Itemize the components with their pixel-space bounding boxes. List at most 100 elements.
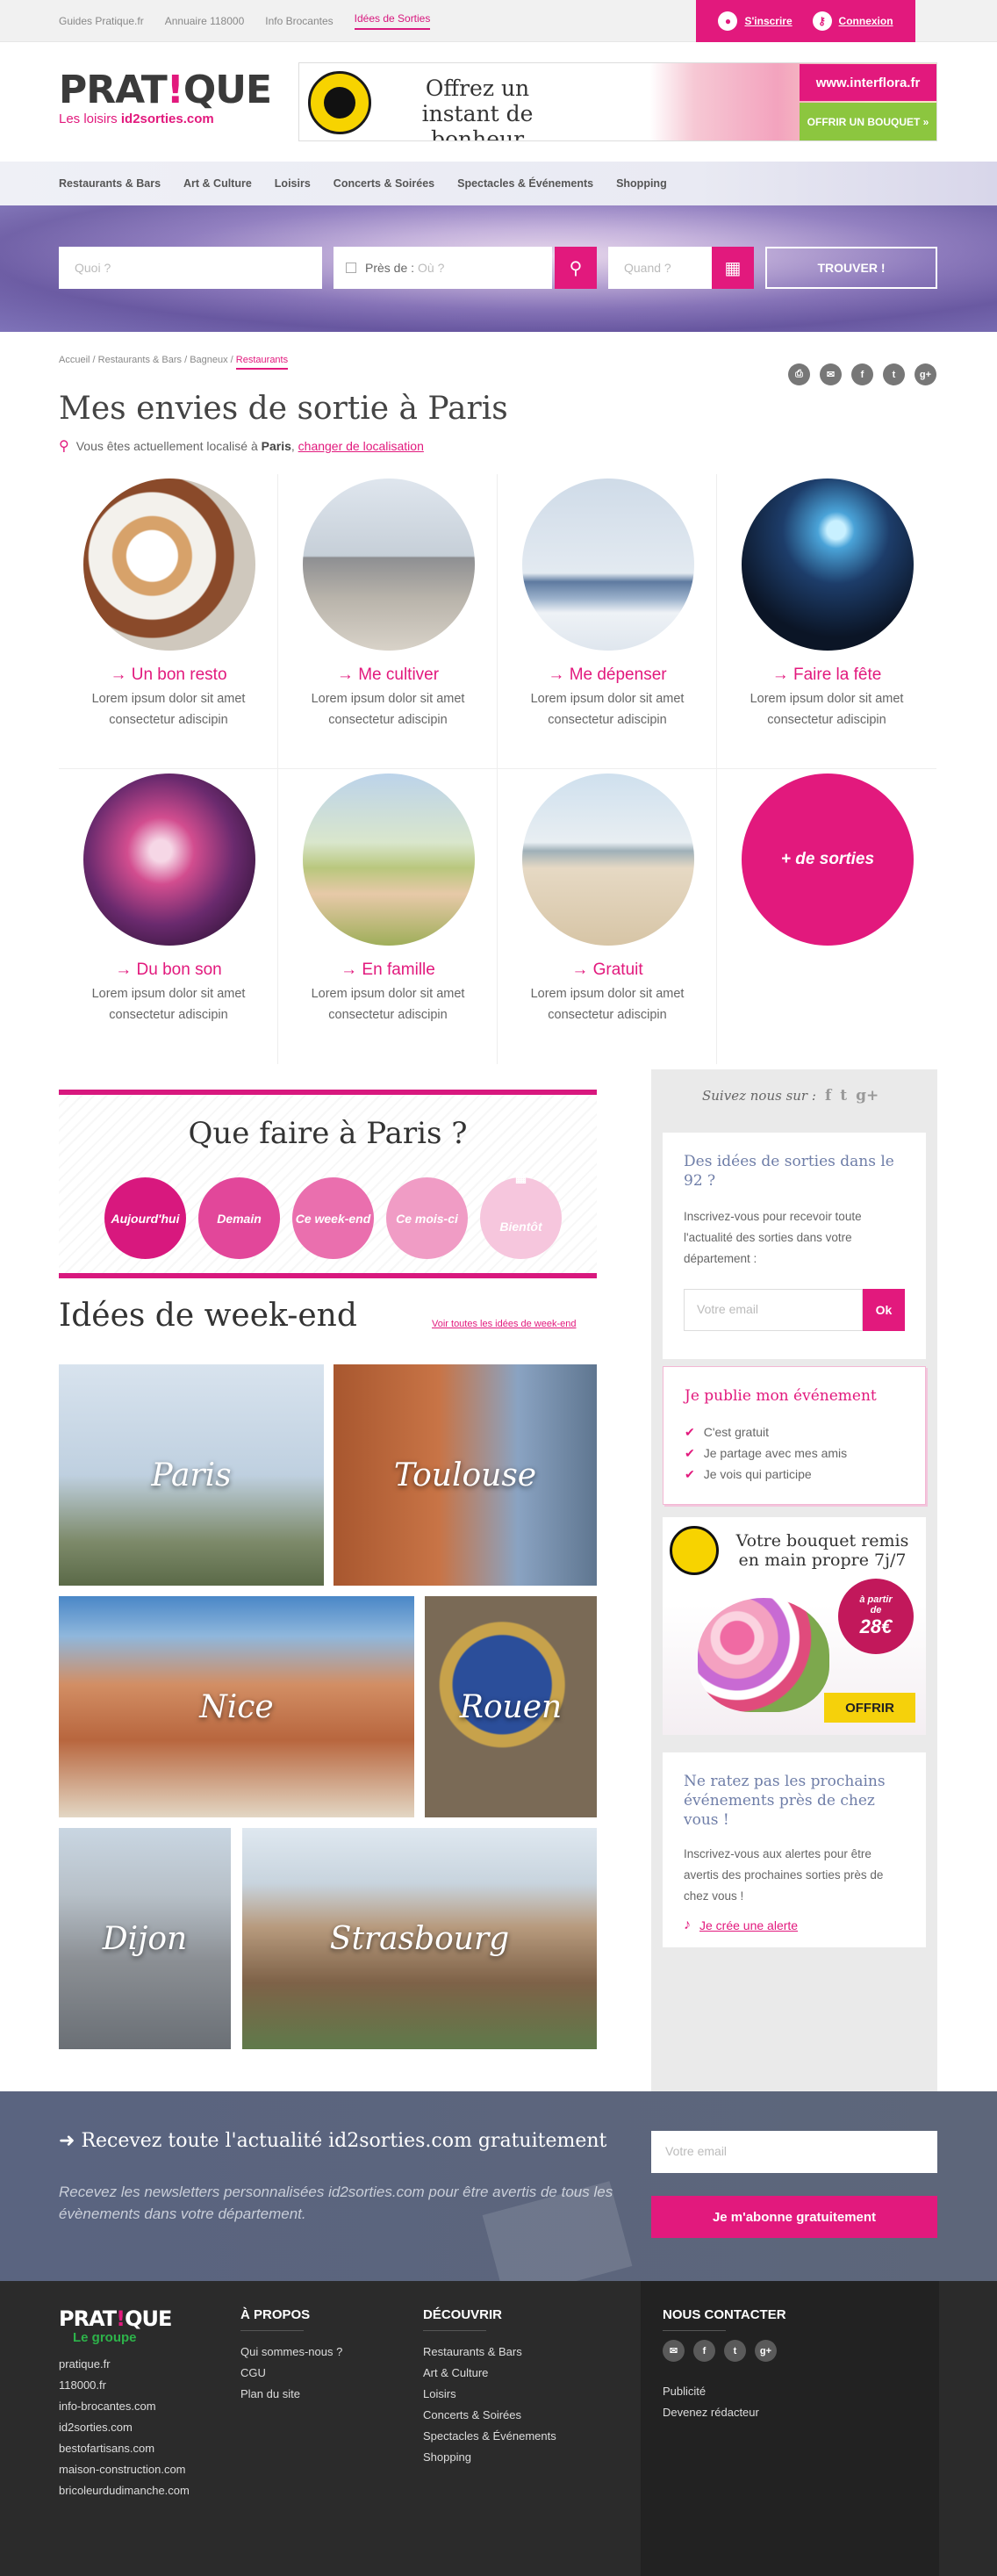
newsletter-box-title: Des idées de sorties dans le 92 ?	[684, 1153, 894, 1190]
network-link-annuaire[interactable]: Annuaire 118000	[165, 15, 245, 27]
option-today[interactable]: Aujourd'hui	[104, 1177, 186, 1259]
location-city: Paris	[261, 439, 291, 453]
weekend-all-link[interactable]: Voir toutes les idées de week-end	[432, 1319, 577, 1329]
city-card-rouen[interactable]: Rouen	[425, 1596, 597, 1817]
footer-link[interactable]: Plan du site	[240, 2384, 342, 2405]
option-weekend[interactable]: Ce week-end	[292, 1177, 374, 1259]
subscribe-button[interactable]: Je m'abonne gratuitement	[651, 2196, 937, 2238]
newsletter-band-email-input[interactable]: Votre email	[651, 2131, 937, 2173]
where-input[interactable]: Près de : Où ?	[334, 247, 552, 289]
googleplus-icon[interactable]: g+	[915, 363, 936, 385]
footer-social-icons: ✉ f t g+	[663, 2340, 786, 2362]
promo-cta-button[interactable]: OFFRIR	[824, 1693, 915, 1723]
footer-link[interactable]: Spectacles & Événements	[423, 2426, 556, 2447]
footer-link[interactable]: Qui sommes-nous ?	[240, 2342, 342, 2363]
city-card-nice[interactable]: Nice	[59, 1596, 414, 1817]
envie-card-son[interactable]: → Du bon son Lorem ipsum dolor sit amet …	[59, 769, 278, 1064]
change-location-link[interactable]: changer de localisation	[298, 439, 424, 453]
footer-link[interactable]: Devenez rédacteur	[663, 2402, 786, 2423]
promo-box[interactable]: Votre bouquet remis en main propre 7j/7 …	[663, 1517, 926, 1735]
breadcrumb-item[interactable]: Bagneux	[190, 355, 227, 365]
envie-card-gratuit[interactable]: → Gratuit Lorem ipsum dolor sit amet con…	[498, 769, 717, 1064]
mail-icon[interactable]: ✉	[663, 2340, 685, 2362]
nav-item-restaurants[interactable]: Restaurants & Bars	[59, 177, 161, 190]
city-card-paris[interactable]: Paris	[59, 1364, 324, 1586]
calendar-button[interactable]: ▦	[712, 247, 754, 289]
newsletter-ok-button[interactable]: Ok	[863, 1289, 905, 1331]
more-sorties-button[interactable]: + de sorties	[742, 774, 914, 946]
ad-cta-button[interactable]: OFFRIR UN BOUQUET »	[800, 103, 936, 140]
footer-link[interactable]: 118000.fr	[59, 2375, 190, 2396]
create-alert-link[interactable]: Je crée une alerte	[699, 1918, 798, 1932]
facebook-icon[interactable]: f	[825, 1087, 831, 1105]
twitter-icon[interactable]: t	[724, 2340, 746, 2362]
network-link-guides[interactable]: Guides Pratique.fr	[59, 15, 144, 27]
facebook-icon[interactable]: f	[851, 363, 873, 385]
googleplus-icon[interactable]: g+	[755, 2340, 777, 2362]
where-placeholder: Où ?	[418, 261, 445, 275]
envie-card-more[interactable]: + de sorties	[717, 769, 936, 1064]
footer-link[interactable]: id2sorties.com	[59, 2417, 190, 2438]
network-link-sorties[interactable]: Idées de Sorties	[354, 12, 431, 30]
city-card-dijon[interactable]: Dijon	[59, 1828, 231, 2049]
twitter-icon[interactable]: t	[883, 363, 905, 385]
ad-url[interactable]: www.interflora.fr	[800, 64, 936, 101]
footer-link[interactable]: Concerts & Soirées	[423, 2405, 556, 2426]
footer-link[interactable]: maison-construction.com	[59, 2459, 190, 2480]
footer-link[interactable]: info-brocantes.com	[59, 2396, 190, 2417]
login-link[interactable]: ⚷ Connexion	[812, 11, 893, 31]
footer-link[interactable]: Loisirs	[423, 2384, 556, 2405]
newsletter-form: Votre email Ok	[684, 1289, 905, 1331]
city-card-toulouse[interactable]: Toulouse	[334, 1364, 597, 1586]
envie-card-sport[interactable]: → Me dépenser Lorem ipsum dolor sit amet…	[498, 474, 717, 769]
city-card-strasbourg[interactable]: Strasbourg	[242, 1828, 597, 2049]
envie-card-culture[interactable]: → Me cultiver Lorem ipsum dolor sit amet…	[278, 474, 498, 769]
nav-item-loisirs[interactable]: Loisirs	[275, 177, 311, 190]
nav-item-spectacles[interactable]: Spectacles & Événements	[457, 177, 593, 190]
footer-link[interactable]: Publicité	[663, 2381, 786, 2402]
footer-link[interactable]: bricoleurdudimanche.com	[59, 2480, 190, 2501]
signup-link[interactable]: ● S'inscrire	[718, 11, 793, 31]
breadcrumb-item[interactable]: Restaurants & Bars	[98, 355, 182, 365]
footer-heading: NOUS CONTACTER	[663, 2307, 786, 2331]
find-button[interactable]: TROUVER !	[765, 247, 937, 289]
mail-icon[interactable]: ✉	[820, 363, 842, 385]
site-logo[interactable]: PRAT!QUE Les loisirs id2sorties.com	[59, 71, 272, 127]
twitter-icon[interactable]: t	[840, 1087, 847, 1105]
when-input[interactable]: Quand ?	[608, 247, 714, 289]
option-soon[interactable]: ▦ Bientôt	[480, 1170, 562, 1259]
nav-item-shopping[interactable]: Shopping	[616, 177, 667, 190]
publish-box[interactable]: Je publie mon événement C'est gratuit Je…	[663, 1366, 926, 1505]
facebook-icon[interactable]: f	[693, 2340, 715, 2362]
newsletter-box-text: Inscrivez-vous pour recevoir toute l'act…	[684, 1210, 862, 1265]
map-pin-button[interactable]: ⚲	[555, 247, 597, 289]
network-link-brocantes[interactable]: Info Brocantes	[265, 15, 333, 27]
ad-banner[interactable]: Offrez un instant de bonheur www.interfl…	[298, 62, 937, 141]
share-icons: ⎙ ✉ f t g+	[788, 363, 936, 385]
footer-link[interactable]: Shopping	[423, 2447, 556, 2468]
envie-title: → Me dépenser	[548, 666, 667, 684]
what-input[interactable]: Quoi ?	[59, 247, 322, 289]
footer-link[interactable]: Art & Culture	[423, 2363, 556, 2384]
account-bar: ● S'inscrire ⚷ Connexion	[696, 0, 915, 42]
footer-logo[interactable]: PRAT!QUE	[59, 2307, 190, 2330]
envie-card-famille[interactable]: → En famille Lorem ipsum dolor sit amet …	[278, 769, 498, 1064]
nav-item-culture[interactable]: Art & Culture	[183, 177, 252, 190]
option-tomorrow[interactable]: Demain	[198, 1177, 280, 1259]
envie-card-resto[interactable]: → Un bon resto Lorem ipsum dolor sit ame…	[59, 474, 278, 769]
alert-title: Ne ratez pas les prochains événements pr…	[684, 1773, 886, 1829]
footer-link[interactable]: Restaurants & Bars	[423, 2342, 556, 2363]
nav-item-concerts[interactable]: Concerts & Soirées	[334, 177, 434, 190]
footer-link[interactable]: bestofartisans.com	[59, 2438, 190, 2459]
envie-card-fete[interactable]: → Faire la fête Lorem ipsum dolor sit am…	[717, 474, 936, 769]
signup-label: S'inscrire	[744, 15, 793, 27]
newsletter-email-input[interactable]: Votre email	[684, 1289, 863, 1331]
footer-link[interactable]: CGU	[240, 2363, 342, 2384]
footer-link[interactable]: pratique.fr	[59, 2354, 190, 2375]
option-month[interactable]: Ce mois-ci	[386, 1177, 468, 1259]
print-icon[interactable]: ⎙	[788, 363, 810, 385]
googleplus-icon[interactable]: g+	[856, 1087, 879, 1105]
breadcrumb-item[interactable]: Accueil	[59, 355, 90, 365]
near-checkbox[interactable]	[346, 263, 356, 273]
footer-group-col: PRAT!QUE Le groupe pratique.fr 118000.fr…	[59, 2307, 190, 2501]
